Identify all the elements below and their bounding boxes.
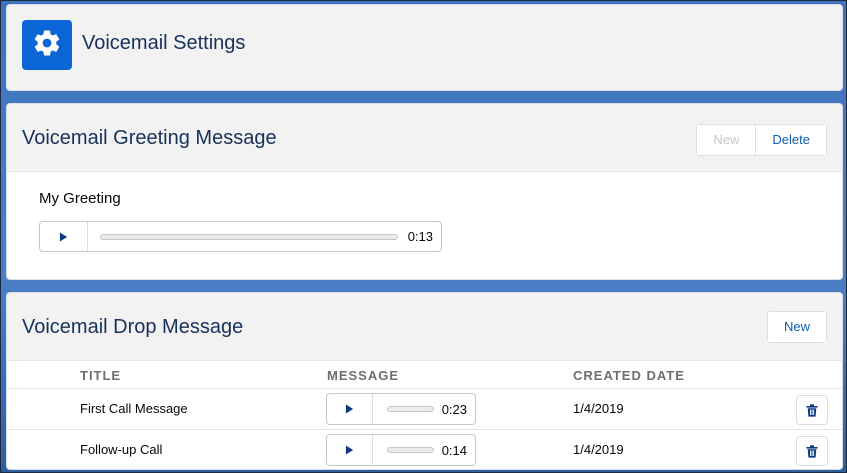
row-audio-player: 0:23: [326, 393, 476, 425]
column-header-created-date[interactable]: CREATED DATE: [573, 368, 685, 383]
row-audio-player: 0:14: [326, 434, 476, 466]
play-icon: [345, 404, 354, 414]
greeting-card-title: Voicemail Greeting Message: [22, 127, 277, 149]
app-frame: Voicemail Settings Voicemail Greeting Me…: [0, 0, 847, 473]
greeting-progress-track[interactable]: [100, 233, 398, 240]
play-icon: [345, 445, 354, 455]
greeting-play-button[interactable]: [40, 222, 88, 251]
row-created-date: 1/4/2019: [573, 401, 624, 416]
row-title: Follow-up Call: [80, 442, 163, 457]
column-header-title[interactable]: TITLE: [80, 368, 121, 383]
row-play-button[interactable]: [327, 435, 373, 465]
trash-icon: [806, 403, 818, 417]
drop-card-title: Voicemail Drop Message: [22, 316, 244, 338]
greeting-item-label: My Greeting: [39, 190, 121, 207]
row-duration: 0:14: [441, 442, 467, 458]
voicemail-greeting-card: Voicemail Greeting Message New Delete My…: [6, 103, 843, 280]
row-progress-track[interactable]: [387, 447, 434, 453]
trash-icon: [806, 444, 818, 458]
greeting-card-header: Voicemail Greeting Message New Delete: [7, 104, 842, 172]
greeting-button-group: New Delete: [696, 124, 827, 156]
drop-card-header: Voicemail Drop Message New: [7, 293, 842, 361]
row-play-button[interactable]: [327, 394, 373, 424]
greeting-delete-button[interactable]: Delete: [755, 125, 826, 155]
table-row: First Call Message 0:23 1/4/2019: [7, 388, 842, 430]
page-header: Voicemail Settings: [6, 4, 843, 91]
gear-icon: [32, 28, 62, 63]
greeting-audio-player: 0:13: [39, 221, 442, 252]
voicemail-drop-card: Voicemail Drop Message New TITLE MESSAGE…: [6, 292, 843, 470]
column-header-message[interactable]: MESSAGE: [327, 368, 399, 383]
row-title: First Call Message: [80, 401, 188, 416]
row-delete-button[interactable]: [796, 395, 828, 425]
drop-new-button[interactable]: New: [767, 312, 826, 342]
drop-new-button-wrap: New: [766, 311, 827, 343]
page-title: Voicemail Settings: [82, 32, 246, 54]
greeting-duration: 0:13: [407, 229, 433, 244]
row-created-date: 1/4/2019: [573, 442, 624, 457]
row-progress-track[interactable]: [387, 406, 434, 412]
play-icon: [59, 232, 68, 241]
settings-app-icon: [22, 20, 72, 70]
table-row: Follow-up Call 0:14 1/4/2019: [7, 429, 842, 469]
row-duration: 0:23: [441, 401, 467, 417]
row-delete-button[interactable]: [796, 436, 828, 466]
greeting-new-button[interactable]: New: [697, 125, 756, 155]
